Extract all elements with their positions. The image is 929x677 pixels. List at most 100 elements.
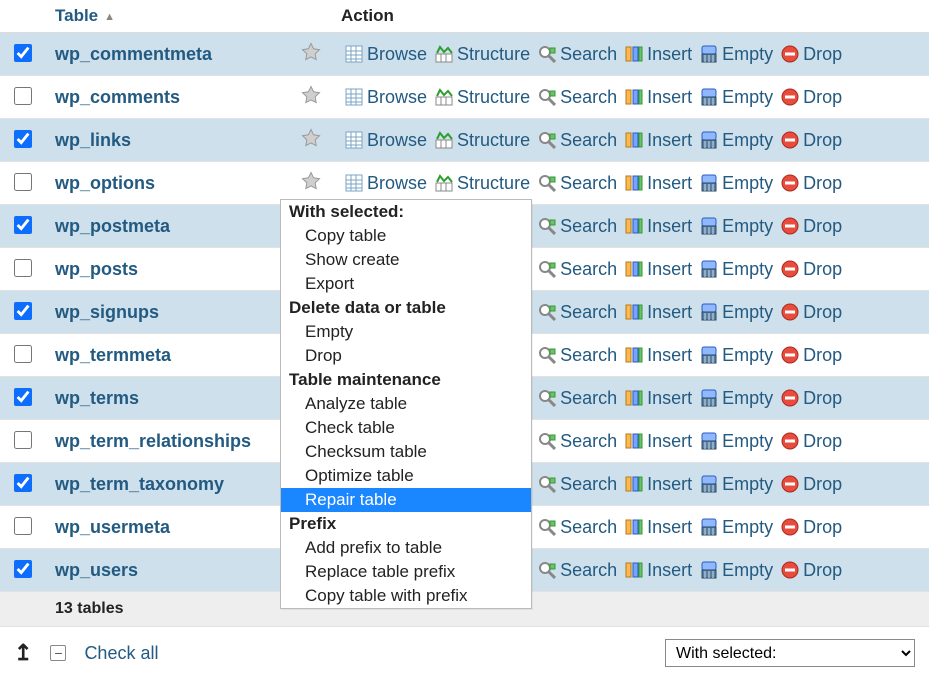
row-checkbox[interactable] [14, 345, 32, 363]
ctx-empty[interactable]: Empty [281, 320, 531, 344]
check-all-link[interactable]: Check all [84, 643, 158, 664]
row-checkbox[interactable] [14, 216, 32, 234]
action-search[interactable]: Search [534, 345, 621, 366]
row-checkbox[interactable] [14, 474, 32, 492]
action-structure[interactable]: Structure [431, 130, 534, 151]
action-drop[interactable]: Drop [777, 431, 846, 452]
action-empty[interactable]: Empty [696, 474, 777, 495]
table-name-link[interactable]: wp_term_taxonomy [55, 474, 224, 494]
action-empty[interactable]: Empty [696, 130, 777, 151]
table-name-link[interactable]: wp_postmeta [55, 216, 170, 236]
table-name-link[interactable]: wp_links [55, 130, 131, 150]
action-drop[interactable]: Drop [777, 173, 846, 194]
favorite-star-icon[interactable] [301, 92, 321, 109]
action-empty[interactable]: Empty [696, 431, 777, 452]
action-drop[interactable]: Drop [777, 44, 846, 65]
action-drop[interactable]: Drop [777, 259, 846, 280]
action-empty[interactable]: Empty [696, 44, 777, 65]
action-empty[interactable]: Empty [696, 87, 777, 108]
action-search[interactable]: Search [534, 517, 621, 538]
action-search[interactable]: Search [534, 474, 621, 495]
action-search[interactable]: Search [534, 216, 621, 237]
action-insert[interactable]: Insert [621, 302, 696, 323]
row-checkbox[interactable] [14, 259, 32, 277]
favorite-star-icon[interactable] [301, 135, 321, 152]
table-name-link[interactable]: wp_signups [55, 302, 159, 322]
ctx-replace-prefix[interactable]: Replace table prefix [281, 560, 531, 584]
table-name-link[interactable]: wp_usermeta [55, 517, 170, 537]
row-checkbox[interactable] [14, 517, 32, 535]
ctx-check[interactable]: Check table [281, 416, 531, 440]
action-empty[interactable]: Empty [696, 302, 777, 323]
action-search[interactable]: Search [534, 259, 621, 280]
row-checkbox[interactable] [14, 431, 32, 449]
action-empty[interactable]: Empty [696, 216, 777, 237]
row-checkbox[interactable] [14, 130, 32, 148]
action-empty[interactable]: Empty [696, 517, 777, 538]
row-checkbox[interactable] [14, 173, 32, 191]
action-search[interactable]: Search [534, 560, 621, 581]
action-drop[interactable]: Drop [777, 130, 846, 151]
checkall-toggle-icon[interactable]: − [50, 645, 66, 661]
action-structure[interactable]: Structure [431, 44, 534, 65]
table-name-link[interactable]: wp_term_relationships [55, 431, 251, 451]
action-insert[interactable]: Insert [621, 517, 696, 538]
table-name-link[interactable]: wp_options [55, 173, 155, 193]
action-search[interactable]: Search [534, 44, 621, 65]
action-browse[interactable]: Browse [341, 130, 431, 151]
action-search[interactable]: Search [534, 130, 621, 151]
row-checkbox[interactable] [14, 302, 32, 320]
action-search[interactable]: Search [534, 173, 621, 194]
action-empty[interactable]: Empty [696, 388, 777, 409]
with-selected-dropdown[interactable]: With selected: [665, 639, 915, 667]
action-insert[interactable]: Insert [621, 216, 696, 237]
ctx-checksum[interactable]: Checksum table [281, 440, 531, 464]
action-search[interactable]: Search [534, 87, 621, 108]
action-drop[interactable]: Drop [777, 216, 846, 237]
ctx-optimize[interactable]: Optimize table [281, 464, 531, 488]
action-drop[interactable]: Drop [777, 87, 846, 108]
table-name-link[interactable]: wp_termmeta [55, 345, 171, 365]
table-name-link[interactable]: wp_commentmeta [55, 44, 212, 64]
action-browse[interactable]: Browse [341, 173, 431, 194]
action-insert[interactable]: Insert [621, 345, 696, 366]
favorite-star-icon[interactable] [301, 178, 321, 195]
ctx-add-prefix[interactable]: Add prefix to table [281, 536, 531, 560]
table-name-link[interactable]: wp_users [55, 560, 138, 580]
action-insert[interactable]: Insert [621, 173, 696, 194]
action-structure[interactable]: Structure [431, 87, 534, 108]
ctx-export[interactable]: Export [281, 272, 531, 296]
ctx-analyze[interactable]: Analyze table [281, 392, 531, 416]
action-insert[interactable]: Insert [621, 259, 696, 280]
table-name-link[interactable]: wp_comments [55, 87, 180, 107]
action-empty[interactable]: Empty [696, 560, 777, 581]
ctx-drop[interactable]: Drop [281, 344, 531, 368]
action-insert[interactable]: Insert [621, 560, 696, 581]
action-insert[interactable]: Insert [621, 130, 696, 151]
table-header[interactable]: Table▲ [45, 0, 331, 33]
action-insert[interactable]: Insert [621, 388, 696, 409]
action-structure[interactable]: Structure [431, 173, 534, 194]
action-search[interactable]: Search [534, 431, 621, 452]
action-drop[interactable]: Drop [777, 388, 846, 409]
action-search[interactable]: Search [534, 302, 621, 323]
action-insert[interactable]: Insert [621, 431, 696, 452]
ctx-copy-table[interactable]: Copy table [281, 224, 531, 248]
action-browse[interactable]: Browse [341, 44, 431, 65]
table-name-link[interactable]: wp_posts [55, 259, 138, 279]
action-search[interactable]: Search [534, 388, 621, 409]
ctx-show-create[interactable]: Show create [281, 248, 531, 272]
row-checkbox[interactable] [14, 44, 32, 62]
action-empty[interactable]: Empty [696, 259, 777, 280]
action-drop[interactable]: Drop [777, 345, 846, 366]
action-empty[interactable]: Empty [696, 173, 777, 194]
row-checkbox[interactable] [14, 560, 32, 578]
action-drop[interactable]: Drop [777, 474, 846, 495]
action-drop[interactable]: Drop [777, 517, 846, 538]
action-empty[interactable]: Empty [696, 345, 777, 366]
action-drop[interactable]: Drop [777, 302, 846, 323]
action-insert[interactable]: Insert [621, 87, 696, 108]
favorite-star-icon[interactable] [301, 49, 321, 66]
row-checkbox[interactable] [14, 388, 32, 406]
row-checkbox[interactable] [14, 87, 32, 105]
